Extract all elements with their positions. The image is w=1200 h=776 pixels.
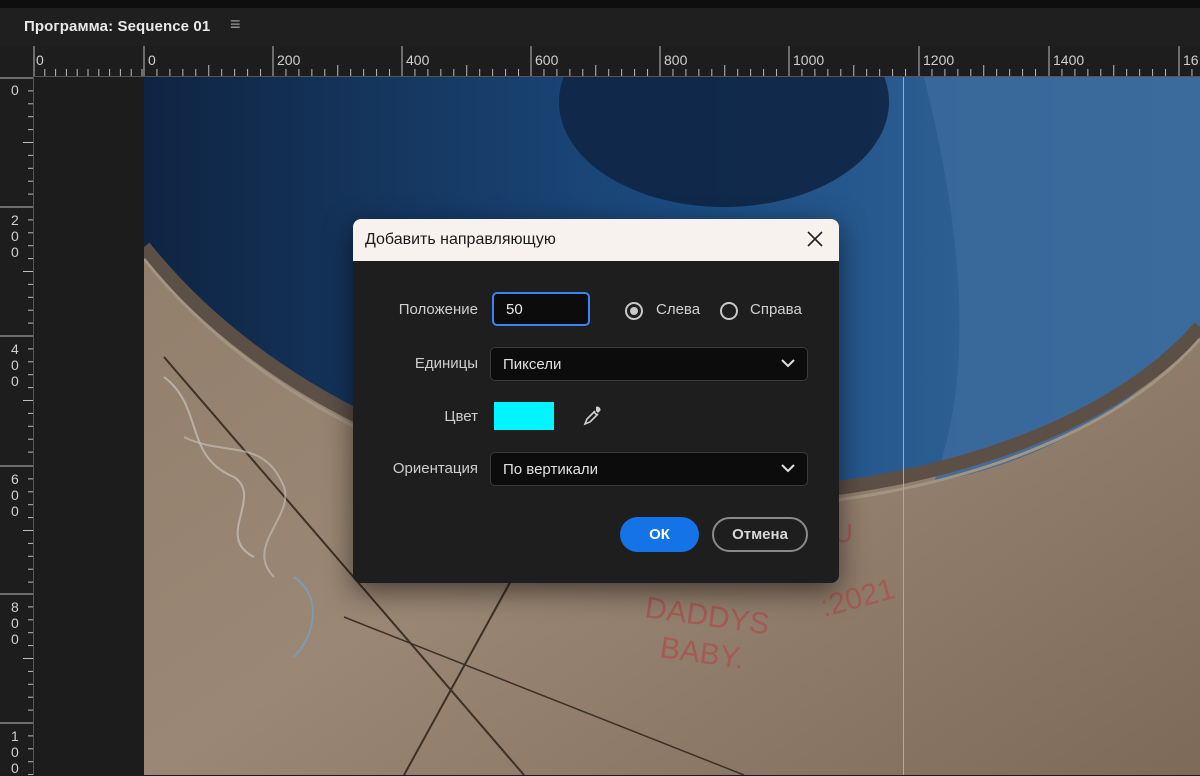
chevron-down-icon: [781, 359, 795, 368]
vertical-ruler[interactable]: 0 2 0 0 4 0 0 6 0 0 8 0 0 1 0 0: [0, 76, 34, 776]
vertical-ruler-ticks: [0, 77, 34, 775]
vruler-label-1000-a: 1: [11, 728, 19, 744]
pasteboard: [34, 77, 144, 775]
chevron-down-icon: [781, 464, 795, 473]
vruler-label-400-b: 0: [11, 357, 19, 373]
vertical-guide-line[interactable]: [903, 77, 904, 775]
vruler-label-200-c: 0: [11, 244, 19, 260]
radio-right[interactable]: [720, 302, 738, 320]
ok-button[interactable]: ОК: [620, 517, 699, 552]
horizontal-ruler[interactable]: 0 0 200 400 600 800 1000 1200 1400 16: [0, 46, 1200, 77]
ruler-label-1000: 1000: [793, 52, 825, 68]
vruler-label-0: 0: [11, 82, 19, 98]
color-label: Цвет: [444, 408, 478, 425]
position-input[interactable]: [492, 292, 590, 326]
vruler-label-600-b: 0: [11, 487, 19, 503]
vruler-label-400-c: 0: [11, 373, 19, 389]
ruler-label-800: 800: [664, 52, 688, 68]
position-label: Положение: [398, 301, 478, 318]
vruler-label-400-a: 4: [11, 341, 19, 357]
radio-left-label[interactable]: Слева: [656, 301, 700, 318]
vruler-label-600-c: 0: [11, 503, 19, 519]
ruler-label-600: 600: [535, 52, 559, 68]
orientation-label: Ориентация: [392, 460, 478, 477]
units-label: Единицы: [414, 355, 478, 372]
cancel-button[interactable]: Отмена: [712, 517, 808, 552]
dialog-titlebar: Добавить направляющую: [353, 219, 839, 261]
vruler-label-800-a: 8: [11, 599, 19, 615]
window-top-border: [0, 0, 1200, 8]
ruler-label-0a: 0: [36, 52, 44, 68]
radio-right-label[interactable]: Справа: [750, 301, 802, 318]
radio-left[interactable]: [625, 302, 643, 320]
orientation-select[interactable]: По вертикали: [490, 452, 808, 486]
ruler-label-400: 400: [406, 52, 430, 68]
close-icon[interactable]: [805, 229, 825, 249]
add-guide-dialog: Добавить направляющую Положение Слева Сп…: [353, 219, 839, 583]
ruler-label-1600: 16: [1183, 52, 1199, 68]
ruler-label-0: 0: [148, 52, 156, 68]
vruler-label-600-a: 6: [11, 471, 19, 487]
hamburger-menu-icon[interactable]: ≡: [230, 14, 241, 35]
vruler-label-1000-c: 0: [11, 760, 19, 776]
vruler-label-800-c: 0: [11, 631, 19, 647]
vruler-label-200-b: 0: [11, 228, 19, 244]
panel-header: Программа: Sequence 01 ≡: [0, 8, 1200, 46]
horizontal-ruler-ticks: [33, 46, 1193, 76]
ruler-label-200: 200: [277, 52, 301, 68]
vruler-label-200-a: 2: [11, 212, 19, 228]
vruler-label-800-b: 0: [11, 615, 19, 631]
color-swatch[interactable]: [494, 402, 554, 430]
panel-title: Программа: Sequence 01: [24, 18, 211, 35]
units-select-value: Пиксели: [503, 356, 562, 373]
orientation-select-value: По вертикали: [503, 461, 599, 478]
dialog-title: Добавить направляющую: [365, 231, 556, 248]
units-select[interactable]: Пиксели: [490, 347, 808, 381]
ruler-label-1400: 1400: [1053, 52, 1085, 68]
ruler-label-1200: 1200: [923, 52, 955, 68]
eyedropper-icon[interactable]: [581, 404, 605, 428]
vruler-label-1000-b: 0: [11, 744, 19, 760]
